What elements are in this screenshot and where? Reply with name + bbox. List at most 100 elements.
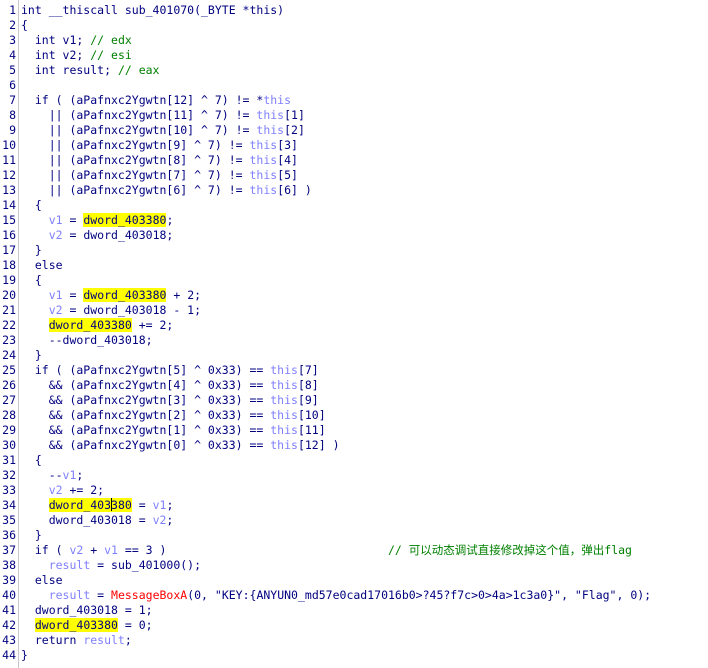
local-var-v1[interactable]: v1 [104, 543, 118, 557]
code-line-5[interactable]: int result; // eax [21, 63, 708, 78]
code-line-29[interactable]: && (aPafnxc2Ygwtn[1] ^ 0x33) == this[11] [21, 423, 708, 438]
code-line-28[interactable]: && (aPafnxc2Ygwtn[2] ^ 0x33) == this[10] [21, 408, 708, 423]
code-line-14[interactable]: { [21, 198, 708, 213]
code-line-1[interactable]: int __thiscall sub_401070(_BYTE *this) [21, 3, 708, 18]
code-line-30[interactable]: && (aPafnxc2Ygwtn[0] ^ 0x33) == this[12]… [21, 438, 708, 453]
code-line-10[interactable]: || (aPafnxc2Ygwtn[9] ^ 7) != this[3] [21, 138, 708, 153]
code-line-17[interactable]: } [21, 243, 708, 258]
code-line-19[interactable]: { [21, 273, 708, 288]
local-var-v2[interactable]: v2 [49, 483, 63, 497]
code-text: = 0; [117, 618, 153, 632]
local-var-result[interactable]: result [83, 633, 125, 647]
code-line-4[interactable]: int v2; // esi [21, 48, 708, 63]
local-var-v2[interactable]: v2 [49, 228, 63, 242]
code-text: -- [21, 468, 63, 482]
line-number: 17 [2, 243, 16, 257]
code-line-43[interactable]: return result; [21, 633, 708, 648]
code-line-36[interactable]: } [21, 528, 708, 543]
code-line-37[interactable]: if ( v2 + v1 == 3 ) // 可以动态调试直接修改掉这个值，弹出… [21, 543, 708, 558]
this-keyword[interactable]: this [256, 123, 284, 137]
code-line-6[interactable] [21, 78, 708, 93]
line-number: 41 [2, 603, 16, 617]
code-line-35[interactable]: dword_403018 = v2; [21, 513, 708, 528]
code-line-15[interactable]: v1 = dword_403380; [21, 213, 708, 228]
code-text: = sub_401000(); [90, 558, 202, 572]
highlighted-global-dword_403380[interactable]: dword_403380 [83, 288, 167, 302]
local-var-v1[interactable]: v1 [63, 468, 77, 482]
this-keyword[interactable]: this [270, 438, 298, 452]
local-var-v2[interactable]: v2 [69, 543, 83, 557]
code-line-9[interactable]: || (aPafnxc2Ygwtn[10] ^ 7) != this[2] [21, 123, 708, 138]
local-var-result[interactable]: result [49, 588, 91, 602]
code-line-12[interactable]: || (aPafnxc2Ygwtn[7] ^ 7) != this[5] [21, 168, 708, 183]
code-line-40[interactable]: result = MessageBoxA(0, "KEY:{ANYUN0_md5… [21, 588, 708, 603]
this-keyword[interactable]: this [270, 408, 298, 422]
api-function-messageboxa[interactable]: MessageBoxA [111, 588, 187, 602]
code-line-34[interactable]: dword_403380 = v1; [21, 498, 708, 513]
code-text: && (aPafnxc2Ygwtn[3] ^ 0x33) == [21, 393, 271, 407]
code-line-33[interactable]: v2 += 2; [21, 483, 708, 498]
pseudocode-view[interactable]: 1 2 3 4 5 6 7 8 9 10 11 12 13 14 15 16 17 18 19 20 21 22 23 24 2… [0, 0, 708, 668]
code-line-22[interactable]: dword_403380 += 2; [21, 318, 708, 333]
code-line-25[interactable]: if ( (aPafnxc2Ygwtn[5] ^ 0x33) == this[7… [21, 363, 708, 378]
this-keyword[interactable]: this [270, 393, 298, 407]
code-line-13[interactable]: || (aPafnxc2Ygwtn[6] ^ 7) != this[6] ) [21, 183, 708, 198]
code-line-20[interactable]: v1 = dword_403380 + 2; [21, 288, 708, 303]
code-line-27[interactable]: && (aPafnxc2Ygwtn[3] ^ 0x33) == this[9] [21, 393, 708, 408]
gutter-separator [18, 0, 19, 668]
this-keyword[interactable]: this [249, 153, 277, 167]
code-text: [6] ) [277, 183, 312, 197]
local-var-v1[interactable]: v1 [49, 288, 63, 302]
highlighted-global-dword_403380[interactable]: dword_403380 [83, 213, 167, 227]
code-text: || (aPafnxc2Ygwtn[8] ^ 7) != [21, 153, 250, 167]
this-keyword[interactable]: this [249, 168, 277, 182]
highlighted-global-dword_403380[interactable]: dword_403380 [48, 318, 132, 332]
this-keyword[interactable]: this [270, 363, 298, 377]
code-line-32[interactable]: --v1; [21, 468, 708, 483]
this-keyword[interactable]: this [256, 108, 284, 122]
highlighted-global-dword_403380[interactable]: dword_403380 [48, 498, 132, 512]
highlighted-global-dword_403380[interactable]: dword_403380 [34, 618, 118, 632]
code-text: else [21, 573, 63, 587]
code-line-44[interactable]: } [21, 648, 708, 663]
code-comment: // 可以动态调试直接修改掉这个值，弹出flag [388, 543, 632, 557]
line-number: 18 [2, 258, 16, 272]
this-keyword[interactable]: this [249, 138, 277, 152]
code-line-8[interactable]: || (aPafnxc2Ygwtn[11] ^ 7) != this[1] [21, 108, 708, 123]
code-line-42[interactable]: dword_403380 = 0; [21, 618, 708, 633]
code-line-23[interactable]: --dword_403018; [21, 333, 708, 348]
code-area[interactable]: int __thiscall sub_401070(_BYTE *this) {… [21, 3, 708, 663]
code-text: += 2; [62, 483, 105, 497]
local-var-v1[interactable]: v1 [49, 213, 63, 227]
this-keyword[interactable]: this [263, 93, 291, 107]
local-var-v2[interactable]: v2 [153, 513, 167, 527]
code-text: && (aPafnxc2Ygwtn[0] ^ 0x33) == [21, 438, 271, 452]
code-line-11[interactable]: || (aPafnxc2Ygwtn[8] ^ 7) != this[4] [21, 153, 708, 168]
line-number: 37 [2, 543, 16, 557]
code-line-3[interactable]: int v1; // edx [21, 33, 708, 48]
code-line-7[interactable]: if ( (aPafnxc2Ygwtn[12] ^ 7) != *this [21, 93, 708, 108]
line-number: 24 [2, 348, 16, 362]
local-var-result[interactable]: result [49, 558, 91, 572]
code-line-26[interactable]: && (aPafnxc2Ygwtn[4] ^ 0x33) == this[8] [21, 378, 708, 393]
this-keyword[interactable]: this [270, 423, 298, 437]
code-line-2[interactable]: { [21, 18, 708, 33]
this-keyword[interactable]: this [249, 183, 277, 197]
this-keyword[interactable]: this [270, 378, 298, 392]
code-line-31[interactable]: { [21, 453, 708, 468]
code-line-16[interactable]: v2 = dword_403018; [21, 228, 708, 243]
function-signature[interactable]: int __thiscall sub_401070(_BYTE *this) [21, 3, 284, 17]
local-var-v2[interactable]: v2 [49, 303, 63, 317]
code-text: { [21, 198, 42, 212]
code-line-39[interactable]: else [21, 573, 708, 588]
code-line-41[interactable]: dword_403018 = 1; [21, 603, 708, 618]
line-number: 22 [2, 318, 16, 332]
line-number: 15 [2, 213, 16, 227]
code-line-24[interactable]: } [21, 348, 708, 363]
code-line-18[interactable]: else [21, 258, 708, 273]
local-var-v1[interactable]: v1 [153, 498, 167, 512]
code-text: } [21, 528, 42, 542]
code-line-38[interactable]: result = sub_401000(); [21, 558, 708, 573]
code-line-21[interactable]: v2 = dword_403018 - 1; [21, 303, 708, 318]
